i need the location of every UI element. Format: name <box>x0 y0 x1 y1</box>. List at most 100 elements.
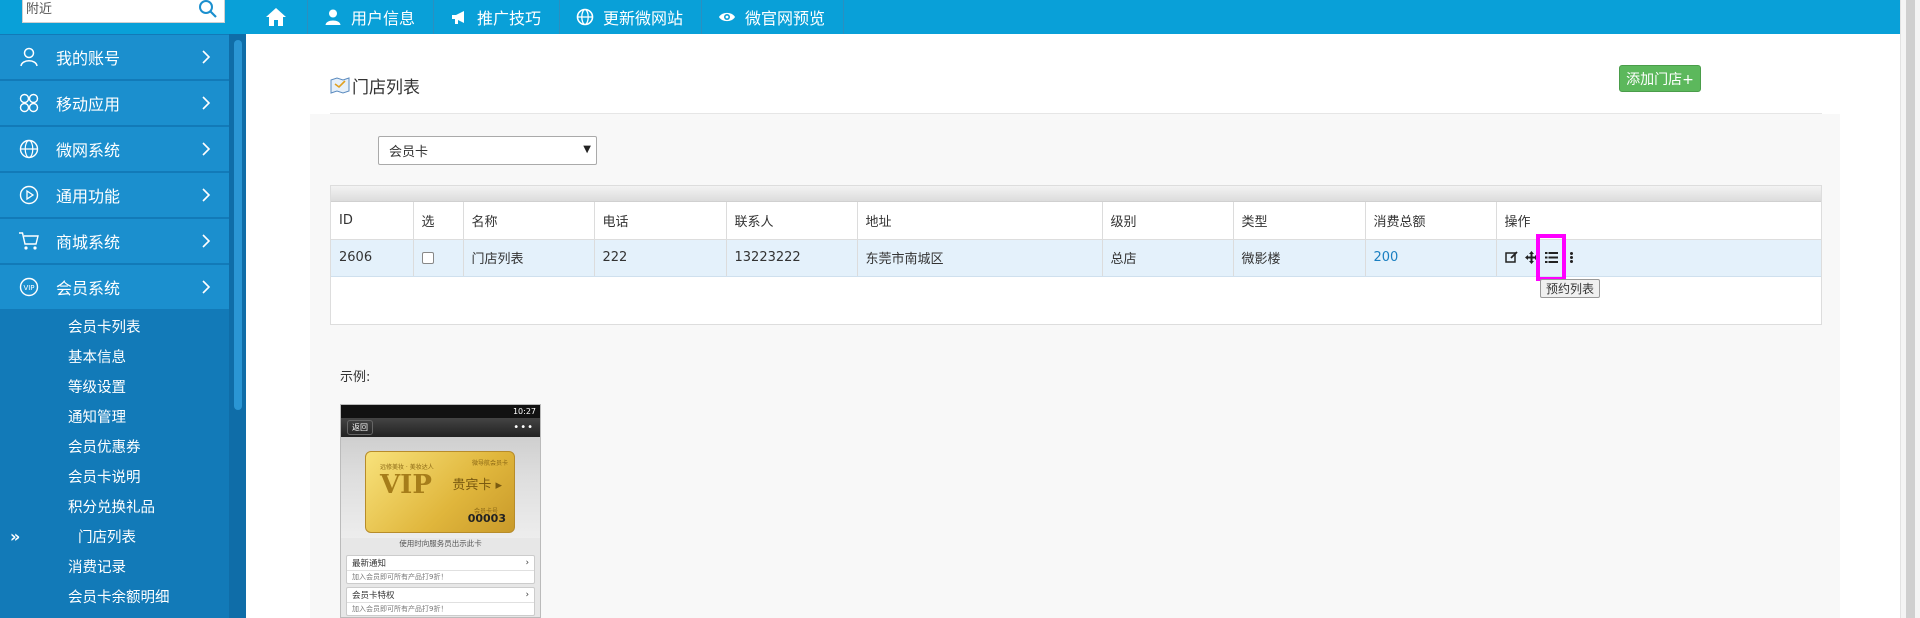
cell-phone: 222 <box>594 239 727 277</box>
cell-address: 东莞市南城区 <box>857 239 1103 277</box>
submenu-item-notice-management[interactable]: 通知管理 <box>0 401 229 431</box>
submenu-label: 门店列表 <box>78 529 136 546</box>
active-marker-icon: » <box>10 527 21 546</box>
phone-time: 10:27 <box>512 407 536 416</box>
submenu-item-consumption-records[interactable]: 消费记录 <box>0 551 229 581</box>
edit-icon[interactable] <box>1504 251 1518 264</box>
col-header-id: ID <box>331 202 414 240</box>
submenu-label: 通知管理 <box>68 409 126 426</box>
chevron-right-icon <box>202 188 211 202</box>
card-vip-text: VIP <box>380 470 432 500</box>
cell-contact: 13223222 <box>726 239 858 277</box>
submenu-label: 会员卡余额明细 <box>68 589 170 606</box>
sidebar-item-micro-site[interactable]: 微网系统 <box>0 127 229 172</box>
card-type-select[interactable]: 会员卡 ▼ <box>378 136 597 165</box>
phone-card-stage: 远修美妆 · 美妆达人 微导航会员卡 VIP 贵宾卡 ▸ 会员卡号 00003 <box>341 437 540 538</box>
submenu-item-level-settings[interactable]: 等级设置 <box>0 371 229 401</box>
page-scrollbar[interactable] <box>1900 0 1920 618</box>
card-gold-text: 贵宾卡 ▸ <box>452 478 502 493</box>
cart-icon <box>19 232 39 250</box>
submenu-label: 会员卡列表 <box>68 319 141 336</box>
play-icon <box>19 185 39 205</box>
block-sub: 加入会员即可所有产品打9折！ <box>352 605 448 613</box>
topnav-preview-site[interactable]: 微官网预览 <box>702 0 845 34</box>
move-icon[interactable] <box>1524 251 1538 264</box>
col-header-name: 名称 <box>463 202 595 240</box>
row-actions <box>1504 251 1822 264</box>
page-title: 门店列表 <box>352 78 420 98</box>
row-checkbox[interactable] <box>421 251 434 264</box>
more-options-icon[interactable] <box>1565 251 1578 264</box>
sidebar-item-member-system[interactable]: VIP 会员系统 <box>0 265 229 310</box>
select-value: 会员卡 <box>389 145 429 160</box>
svg-text:VIP: VIP <box>23 284 34 292</box>
submenu-item-card-description[interactable]: 会员卡说明 <box>0 461 229 491</box>
topnav-user-info[interactable]: 用户信息 <box>308 0 435 34</box>
search-input[interactable] <box>23 0 193 22</box>
sidebar: 我的账号 移动应用 微网系统 通用功能 商城系统 VIP 会员系统 会员卡列表 … <box>0 34 246 618</box>
phone-block-news: 最新通知 › 加入会员即可所有产品打9折！ <box>346 555 535 584</box>
cell-actions <box>1496 239 1822 277</box>
topnav-label: 用户信息 <box>351 9 416 28</box>
submenu-label: 会员卡说明 <box>68 469 141 486</box>
map-book-icon <box>330 77 350 94</box>
store-table: ID 选 名称 电话 联系人 地址 级别 类型 消费总额 操作 2606 门店列… <box>330 185 1822 325</box>
phone-status-bar: 10:27 <box>341 405 540 418</box>
submenu-item-store-list[interactable]: » 门店列表 <box>0 521 229 551</box>
submenu-item-points-gifts[interactable]: 积分兑换礼品 <box>0 491 229 521</box>
search-icon[interactable] <box>198 0 218 19</box>
member-submenu: 会员卡列表 基本信息 等级设置 通知管理 会员优惠券 会员卡说明 积分兑换礼品 … <box>0 311 229 611</box>
submenu-label: 积分兑换礼品 <box>68 499 155 516</box>
home-icon <box>266 8 286 26</box>
globe-icon <box>19 139 39 159</box>
user-icon <box>325 9 341 25</box>
eye-icon <box>719 12 736 22</box>
search-box <box>22 0 225 23</box>
sidebar-item-label: 移动应用 <box>56 95 121 114</box>
chevron-right-icon <box>202 96 211 110</box>
submenu-item-basic-info[interactable]: 基本信息 <box>0 341 229 371</box>
topnav-label: 微官网预览 <box>745 9 826 28</box>
chevron-right-icon <box>202 50 211 64</box>
sidebar-item-mall-system[interactable]: 商城系统 <box>0 219 229 264</box>
submenu-label: 等级设置 <box>68 379 126 396</box>
list-icon[interactable] <box>1544 251 1558 264</box>
topnav-promotion-tips[interactable]: 推广技巧 <box>434 0 561 34</box>
col-header-phone: 电话 <box>594 202 727 240</box>
topnav-update-site[interactable]: 更新微网站 <box>560 0 703 34</box>
globe-icon <box>576 8 594 26</box>
megaphone-icon <box>452 11 465 24</box>
phone-block-privileges: 会员卡特权 › 加入会员即可所有产品打9折！ <box>346 587 535 616</box>
submenu-item-member-coupons[interactable]: 会员优惠券 <box>0 431 229 461</box>
sidebar-item-common-functions[interactable]: 通用功能 <box>0 173 229 218</box>
block-title: 最新通知 › <box>347 556 534 571</box>
sidebar-item-mobile-apps[interactable]: 移动应用 <box>0 81 229 126</box>
chevron-right-icon <box>202 280 211 294</box>
user-icon <box>20 47 38 67</box>
col-header-level: 级别 <box>1102 202 1234 240</box>
apps-icon <box>19 93 39 113</box>
col-header-contact: 联系人 <box>726 202 858 240</box>
chevron-right-icon <box>202 142 211 156</box>
top-nav: 用户信息 推广技巧 更新微网站 微官网预览 <box>245 0 845 34</box>
topnav-label: 更新微网站 <box>603 9 684 28</box>
submenu-item-card-list[interactable]: 会员卡列表 <box>0 311 229 341</box>
cell-total[interactable]: 200 <box>1365 239 1497 277</box>
card-type-text: 微导航会员卡 <box>471 460 508 467</box>
chevron-right-icon <box>202 234 211 248</box>
cell-id: 2606 <box>331 239 414 277</box>
phone-hint: 使用时向服务员出示此卡 <box>399 539 482 548</box>
chevron-right-icon: › <box>525 558 529 568</box>
submenu-item-balance-details[interactable]: 会员卡余额明细 <box>0 581 229 611</box>
sidebar-item-label: 商城系统 <box>56 233 121 252</box>
phone-example-image: 10:27 返回 ••• 远修美妆 · 美妆达人 微导航会员卡 VIP 贵宾卡 … <box>340 404 541 618</box>
cell-type: 微影楼 <box>1233 239 1366 277</box>
submenu-label: 会员优惠券 <box>68 439 141 456</box>
sidebar-scrollbar-thumb[interactable] <box>234 40 242 410</box>
add-store-button[interactable]: 添加门店+ <box>1619 65 1701 92</box>
page-scrollbar-thumb[interactable] <box>1906 0 1915 618</box>
card-number: 00003 <box>467 512 506 525</box>
table-row: 2606 门店列表 222 13223222 东莞市南城区 总店 微影楼 200 <box>331 239 1822 277</box>
home-button[interactable] <box>245 0 308 34</box>
sidebar-item-my-account[interactable]: 我的账号 <box>0 35 229 80</box>
